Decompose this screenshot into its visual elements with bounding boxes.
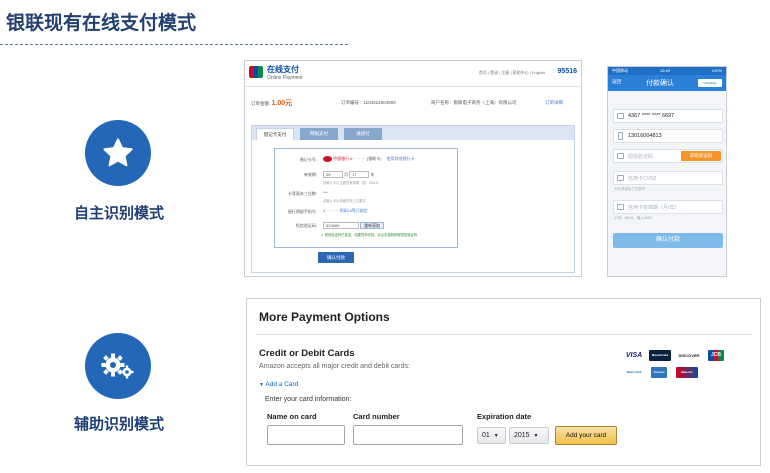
card-bank-tag: (银联卡) <box>366 156 382 162</box>
phone-icon <box>618 132 623 140</box>
unionpay-desktop-payment: 在线支付 Online Payment 首页 | 登录 | 注册 | 帮助中心 … <box>244 60 582 277</box>
add-card-link[interactable]: ▼ Add a Card <box>259 381 298 388</box>
expiry-year-select[interactable]: 2015 ▼ <box>509 427 549 444</box>
back-button[interactable]: 返回 <box>612 79 621 85</box>
triangle-down-icon: ▼ <box>259 382 264 388</box>
payment-panel: 借记卡支付 网银支付 通道付 借记卡号: 中国银行 6 ········· (银… <box>251 125 575 273</box>
sms-row: 短信验证码: 523689 重新获取 <box>275 221 457 231</box>
discover-logo-icon: DISCOVER <box>678 353 700 358</box>
mobile-title: 付款确认 <box>646 80 674 87</box>
sms-code-field[interactable]: 短信验证码 获取验证码 <box>613 149 723 163</box>
expiry-year-input[interactable]: 17 <box>349 171 370 178</box>
order-amount-label: 订单金额: <box>251 101 271 106</box>
expiry-month-select[interactable]: 01 ▼ <box>477 427 506 444</box>
slide-title: 银联现有在线支付模式 <box>6 12 197 34</box>
add-your-card-button[interactable]: Add your card <box>555 426 617 445</box>
gears-icon <box>85 333 151 399</box>
phone-label: 银行预留手机号: <box>287 209 317 214</box>
bank-logo-icon <box>323 156 332 162</box>
name-on-card-label: Name on card <box>267 412 317 421</box>
desktop-brand-sub: Online Payment <box>267 75 303 81</box>
cvn-input[interactable]: *** <box>323 190 328 195</box>
resend-sms-button[interactable]: 重新获取 <box>360 222 385 229</box>
calendar-icon <box>617 204 624 210</box>
sms-status-text: 短信验证码已发送，如果您未收到，请点击重新获取短信验证码 <box>324 233 417 237</box>
desktop-top-links[interactable]: 首页 | 登录 | 注册 | 帮助中心 | English <box>479 70 545 76</box>
card-number-row: 借记卡号: 中国银行 6 ········· (银联卡) 使用其他银行卡 <box>299 156 415 162</box>
mode1-label: 自主识别模式 <box>74 204 165 222</box>
cvn-field[interactable]: 信用卡CVN2 <box>613 171 723 185</box>
message-icon <box>617 153 624 159</box>
order-detail-link[interactable]: 订单详细 <box>545 100 563 106</box>
desktop-hotline: 95516 <box>557 68 577 75</box>
divider <box>255 334 752 335</box>
check-icon: ✔ <box>321 233 324 237</box>
card-number-label: Card number <box>353 412 400 421</box>
card-icon <box>617 175 624 181</box>
mode2-label: 辅助识别模式 <box>74 415 165 433</box>
name-on-card-input[interactable] <box>267 425 345 445</box>
amazon-payment-options: More Payment Options Credit or Debit Car… <box>246 298 761 466</box>
chevron-down-icon: ▼ <box>493 433 499 439</box>
cards-section-title: Credit or Debit Cards <box>259 348 355 359</box>
order-info-bar: 订单金额: 1.00元 订单编号：1104221004900 商户名称：银联电子… <box>245 95 581 113</box>
accept-text: Amazon accepts all major credit and debi… <box>259 363 410 370</box>
get-sms-code-button[interactable]: 获取验证码 <box>681 151 721 161</box>
unionpay-mobile-payment: 中国移动 15:49 100% 返回 付款确认 UnionPay 4367 **… <box>607 66 727 277</box>
expiry-field[interactable]: 信用卡有效期（月/年） <box>613 200 723 214</box>
expiry-hint: 请输入卡片正面的有效期（如：08/15） <box>323 181 381 185</box>
star-icon <box>85 120 151 186</box>
diners-club-logo-icon: Diners Club <box>626 371 642 374</box>
jcb-logo-icon: JCB <box>708 350 724 361</box>
confirm-payment-button[interactable]: 确认付款 <box>613 233 723 248</box>
card-number-field[interactable]: 4367 **** **** 6697 <box>613 109 723 123</box>
amex-logo-icon: American Express <box>651 367 667 385</box>
expiration-date-label: Expiration date <box>477 412 532 421</box>
mobile-nav-bar: 返回 付款确认 UnionPay <box>608 75 726 91</box>
tab-debit-card[interactable]: 借记卡支付 <box>256 128 294 140</box>
cvn-hint: 请输入卡片背面的末三位数字 <box>323 199 366 203</box>
payment-options-title: More Payment Options <box>259 310 390 324</box>
unionpay-logo-icon <box>249 66 263 78</box>
card-number-value: 6 <box>350 156 353 162</box>
order-number: 订单编号：1104221004900 <box>341 100 396 105</box>
enter-info-text: Enter your card information: <box>265 396 352 403</box>
expiry-month-input[interactable]: 05 <box>323 171 343 178</box>
sms-code-input[interactable]: 523689 <box>323 222 359 229</box>
unionpay-logo-icon: UnionPay <box>698 79 722 87</box>
card-number-label: 借记卡号: <box>299 157 317 162</box>
cvn-hint: 卡片背面后三位数字 <box>614 187 646 191</box>
title-divider <box>0 44 348 45</box>
expiry-hint: 示例：08/15，输入0815 <box>614 216 652 220</box>
phone-field[interactable]: 13016004813 <box>613 129 723 143</box>
mobile-status-bar: 中国移动 15:49 100% <box>608 67 726 75</box>
card-form: 借记卡号: 中国银行 6 ········· (银联卡) 使用其他银行卡 有效期… <box>274 148 458 248</box>
visa-logo-icon: VISA <box>625 352 643 359</box>
payment-tabs: 借记卡支付 网银支付 通道付 <box>252 126 574 140</box>
maestro-logo-icon: Maestro <box>676 367 698 378</box>
phone-value[interactable]: 1 <box>323 208 325 213</box>
order-amount: 1.00元 <box>271 100 293 107</box>
desktop-header: 在线支付 Online Payment 首页 | 登录 | 注册 | 帮助中心 … <box>245 61 581 87</box>
merchant-name: 商户名称：银联电子商务（上海）有限公司 <box>431 100 517 105</box>
confirm-payment-button[interactable]: 确认付款 <box>318 252 354 263</box>
desktop-brand: 在线支付 <box>267 65 299 74</box>
sms-label: 短信验证码: <box>295 223 317 228</box>
mastercard-logo-icon: MasterCard <box>649 350 671 361</box>
change-card-link[interactable]: 使用其他银行卡 <box>387 156 415 161</box>
card-number-input[interactable] <box>353 425 463 445</box>
tab-channel-pay[interactable]: 通道付 <box>344 128 382 140</box>
card-icon <box>617 113 624 119</box>
phone-row: 银行预留手机号: 1 ········· 例如15等已绑定 <box>287 208 368 214</box>
phone-hint: 例如15等已绑定 <box>339 208 368 213</box>
tab-online-banking[interactable]: 网银支付 <box>300 128 338 140</box>
expiry-label: 有效期: <box>303 172 317 177</box>
chevron-down-icon: ▼ <box>533 433 539 439</box>
